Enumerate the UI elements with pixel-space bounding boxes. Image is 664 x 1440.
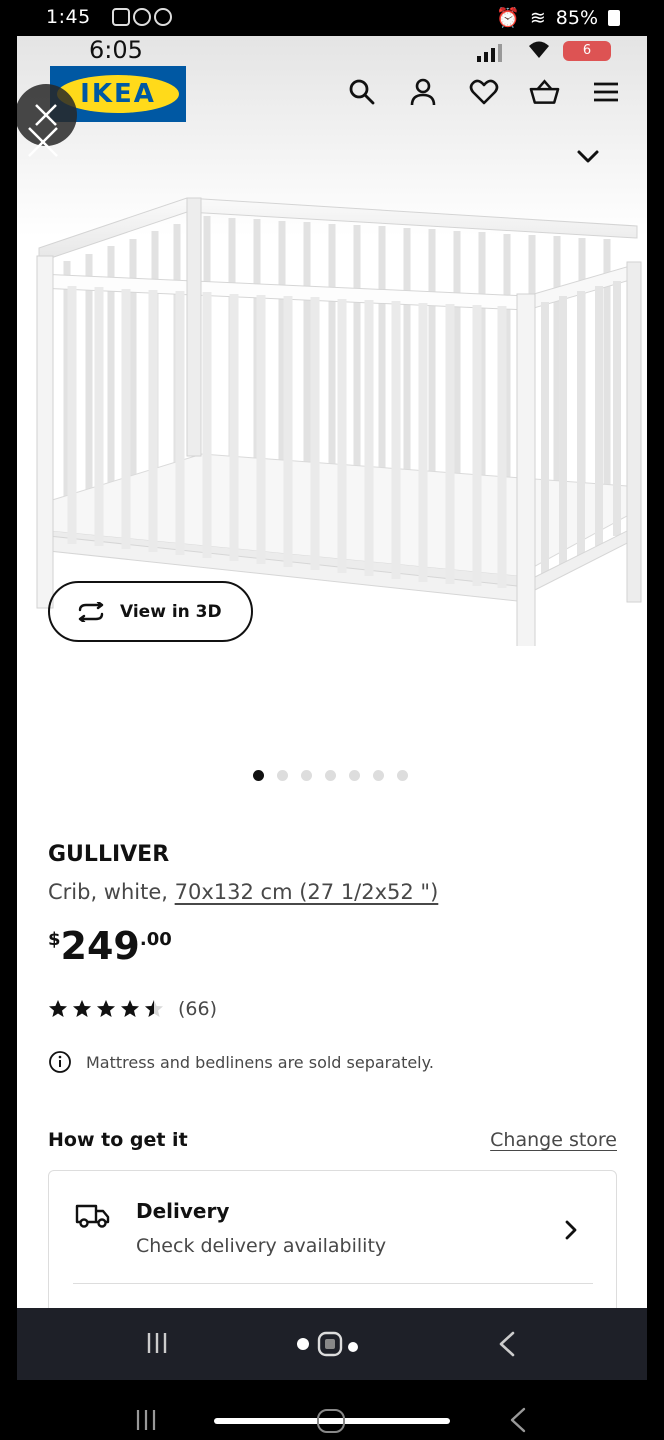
rating-stars bbox=[48, 999, 164, 1019]
recent-apps-icon[interactable] bbox=[145, 1331, 169, 1355]
truck-icon bbox=[75, 1204, 110, 1228]
outer-status-bar: 1:45 ⏰ ≋ 85% bbox=[0, 0, 664, 36]
site-header: IKEA bbox=[17, 66, 647, 146]
product-price: $ 249 .00 bbox=[48, 923, 172, 969]
signal-icon bbox=[477, 44, 502, 62]
battery-icon: 6 bbox=[563, 41, 611, 61]
gallery-dot[interactable] bbox=[349, 770, 360, 781]
header-actions bbox=[346, 76, 621, 107]
logo-text: IKEA bbox=[80, 79, 156, 109]
change-store-link[interactable]: Change store bbox=[490, 1129, 617, 1151]
gallery-pagination bbox=[253, 770, 408, 781]
chevron-down-icon[interactable] bbox=[575, 148, 601, 166]
separate-items-notice: Mattress and bedlinens are sold separate… bbox=[48, 1050, 434, 1074]
outer-home-icon[interactable] bbox=[316, 1408, 346, 1434]
star-icon bbox=[145, 1000, 163, 1017]
wifi-icon bbox=[526, 38, 552, 66]
outer-battery-text: 85% bbox=[555, 6, 598, 29]
delivery-title: Delivery bbox=[136, 1199, 230, 1223]
menu-icon[interactable] bbox=[590, 76, 621, 107]
home-icon[interactable] bbox=[295, 1330, 367, 1358]
heart-icon[interactable] bbox=[468, 76, 499, 107]
gallery-dot[interactable] bbox=[253, 770, 264, 781]
chevron-right-icon bbox=[565, 1220, 577, 1240]
price-currency: $ bbox=[48, 929, 61, 950]
search-icon[interactable] bbox=[346, 76, 377, 107]
product-description-text: Crib, white, bbox=[48, 880, 175, 904]
gallery-dot[interactable] bbox=[325, 770, 336, 781]
clock: 6:05 bbox=[89, 36, 143, 64]
gallery-dot[interactable] bbox=[373, 770, 384, 781]
how-to-get-it-heading: How to get it bbox=[48, 1129, 188, 1151]
view-in-3d-button[interactable]: View in 3D bbox=[48, 581, 253, 642]
price-integer: 249 bbox=[60, 924, 140, 968]
phone-screen: 6:05 6 IKEA View in 3D GULLIVER Crib, wh… bbox=[17, 36, 647, 1308]
delivery-option[interactable]: Delivery Check delivery availability bbox=[48, 1170, 617, 1308]
price-decimal: .00 bbox=[139, 929, 172, 950]
back-icon[interactable] bbox=[497, 1330, 517, 1358]
star-icon bbox=[121, 1000, 139, 1017]
product-size-link[interactable]: 70x132 cm (27 1/2x52 ") bbox=[175, 880, 439, 904]
alarm-icon: ⏰ bbox=[496, 7, 520, 29]
gallery-dot[interactable] bbox=[397, 770, 408, 781]
outer-battery-icon bbox=[608, 9, 620, 26]
profile-icon[interactable] bbox=[407, 76, 438, 107]
status-bar: 6:05 6 bbox=[17, 36, 647, 66]
product-name: GULLIVER bbox=[48, 842, 170, 867]
review-count: (66) bbox=[178, 998, 218, 1020]
outer-clock: 1:45 bbox=[46, 6, 91, 28]
rotate-3d-icon bbox=[78, 601, 104, 622]
outer-recent-apps-icon[interactable] bbox=[134, 1408, 158, 1432]
delivery-subtitle: Check delivery availability bbox=[136, 1235, 387, 1257]
outer-navigation-bar bbox=[0, 1380, 664, 1440]
basket-icon[interactable] bbox=[529, 76, 560, 107]
outer-back-icon[interactable] bbox=[508, 1406, 528, 1434]
star-icon bbox=[49, 1000, 67, 1017]
product-image[interactable] bbox=[27, 186, 642, 646]
divider bbox=[73, 1283, 593, 1284]
info-icon bbox=[49, 1051, 71, 1073]
gallery-dot[interactable] bbox=[301, 770, 312, 781]
outer-wifi-icon: ≋ bbox=[529, 6, 546, 29]
star-icon bbox=[97, 1000, 115, 1017]
product-rating[interactable]: (66) bbox=[48, 998, 217, 1020]
outer-system-icons: ⏰ ≋ 85% bbox=[496, 6, 620, 29]
product-description: Crib, white, 70x132 cm (27 1/2x52 ") bbox=[48, 880, 438, 904]
notice-text: Mattress and bedlinens are sold separate… bbox=[86, 1052, 434, 1072]
close-x-icon[interactable] bbox=[25, 124, 61, 160]
gallery-dot[interactable] bbox=[277, 770, 288, 781]
outer-notification-icons bbox=[112, 8, 172, 26]
view-in-3d-label: View in 3D bbox=[120, 601, 222, 622]
phone-navigation-bar bbox=[17, 1308, 647, 1380]
star-icon bbox=[73, 1000, 91, 1017]
